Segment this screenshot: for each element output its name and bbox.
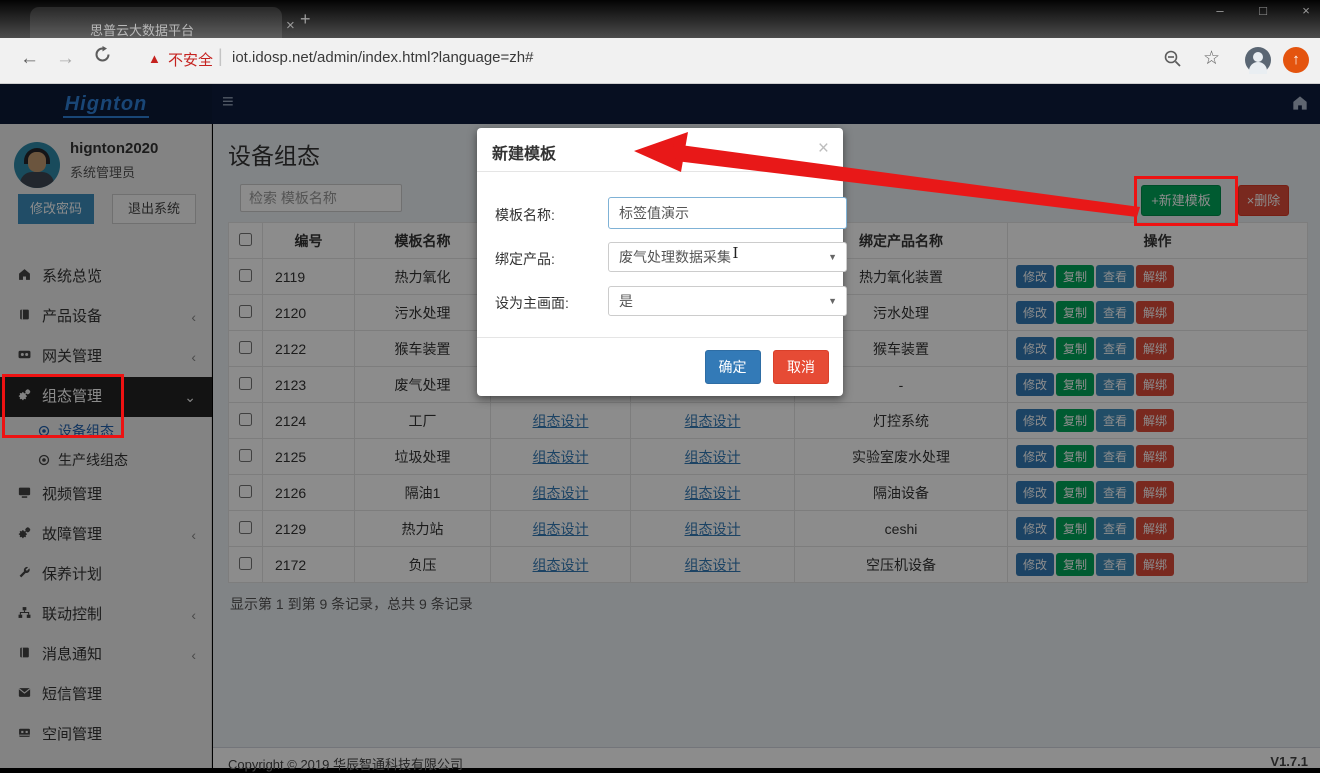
tab-title: 思普云大数据平台 xyxy=(90,20,194,39)
modal-title: 新建模板 xyxy=(492,146,556,163)
text-cursor: I xyxy=(731,246,740,261)
reload-icon[interactable] xyxy=(94,46,111,69)
template-name-input[interactable] xyxy=(608,197,847,229)
chevron-down-icon: ▼ xyxy=(828,287,837,315)
browser-tab-strip: 思普云大数据平台 × + – □ × xyxy=(0,0,1320,38)
url-text[interactable]: iot.idosp.net/admin/index.html?language=… xyxy=(232,49,533,66)
annotation-rect-sidebar xyxy=(2,374,124,438)
security-warning-icon[interactable]: ▲ xyxy=(148,51,161,66)
bind-product-select[interactable]: 废气处理数据采集▼ xyxy=(608,242,847,272)
browser-update-icon[interactable]: ↑ xyxy=(1283,47,1309,73)
annotation-rect-new-template xyxy=(1134,176,1238,226)
new-tab-button[interactable]: + xyxy=(300,9,311,30)
template-name-label: 模板名称: xyxy=(495,205,555,225)
window-close-button[interactable]: × xyxy=(1291,3,1320,18)
window-maximize-button[interactable]: □ xyxy=(1248,3,1278,18)
bind-product-label: 绑定产品: xyxy=(495,249,555,269)
tab-close-icon[interactable]: × xyxy=(286,17,295,34)
zoom-out-icon[interactable] xyxy=(1163,49,1183,74)
security-warning-label[interactable]: 不安全 xyxy=(168,49,213,70)
main-screen-select[interactable]: 是▼ xyxy=(608,286,847,316)
confirm-button[interactable]: 确定 xyxy=(705,350,761,384)
forward-icon[interactable]: → xyxy=(56,48,75,70)
back-icon[interactable]: ← xyxy=(20,48,39,70)
browser-tab[interactable]: 思普云大数据平台 × xyxy=(30,7,282,38)
chevron-down-icon: ▼ xyxy=(828,243,837,271)
browser-profile-icon[interactable] xyxy=(1245,47,1271,73)
bookmark-star-icon[interactable]: ☆ xyxy=(1203,47,1220,70)
new-template-modal: 新建模板 × 模板名称: 绑定产品: 废气处理数据采集▼ 设为主画面: 是▼ 确… xyxy=(477,128,843,396)
main-screen-label: 设为主画面: xyxy=(495,293,569,313)
window-minimize-button[interactable]: – xyxy=(1205,3,1235,18)
url-separator: | xyxy=(218,46,223,67)
modal-close-icon[interactable]: × xyxy=(818,138,829,160)
cancel-button[interactable]: 取消 xyxy=(773,350,829,384)
